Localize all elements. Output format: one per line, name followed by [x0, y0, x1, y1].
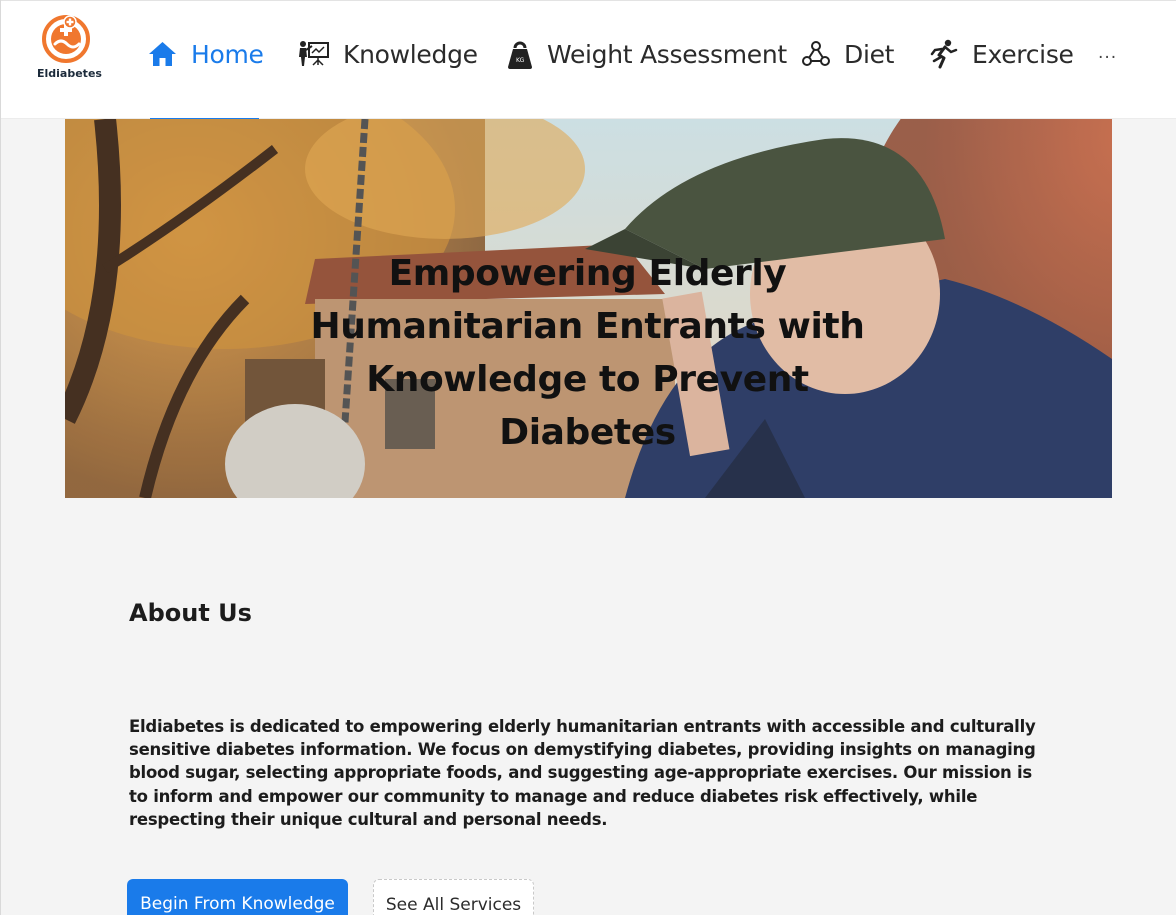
top-navigation-bar: Eldiabetes Home Knowledge KG Weight Asse… — [1, 0, 1176, 120]
nav-item-label: Diet — [844, 39, 895, 69]
logo-wordmark: Eldiabetes — [37, 67, 102, 80]
home-icon — [148, 41, 177, 67]
molecule-nodes-icon — [802, 41, 830, 67]
begin-from-knowledge-button[interactable]: Begin From Knowledge — [127, 879, 348, 915]
nav-item-label: Home — [191, 39, 264, 69]
about-us-description: Eldiabetes is dedicated to empowering el… — [129, 717, 1036, 829]
nav-item-home[interactable]: Home — [148, 31, 264, 77]
svg-text:KG: KG — [516, 57, 525, 64]
about-us-heading: About Us — [129, 599, 252, 627]
nav-item-diet[interactable]: Diet — [802, 31, 894, 77]
nav-more-button[interactable]: ... — [1098, 43, 1117, 63]
hero-title: Empowering Elderly Humanitarian Entrants… — [310, 253, 865, 453]
teacher-board-icon — [298, 40, 329, 68]
nav-item-weight-assessment[interactable]: KG Weight Assessment — [507, 31, 787, 77]
running-person-icon — [930, 39, 958, 69]
hero-banner: Empowering Elderly Humanitarian Entrants… — [65, 119, 1112, 498]
nav-item-knowledge[interactable]: Knowledge — [298, 31, 478, 77]
kettlebell-weight-icon: KG — [507, 39, 533, 69]
nav-item-label: Exercise — [972, 39, 1074, 69]
nav-item-exercise[interactable]: Exercise — [930, 31, 1074, 77]
see-all-services-button[interactable]: See All Services — [373, 879, 534, 915]
nav-item-label: Weight Assessment — [547, 39, 787, 69]
nav-item-label: Knowledge — [343, 39, 478, 69]
